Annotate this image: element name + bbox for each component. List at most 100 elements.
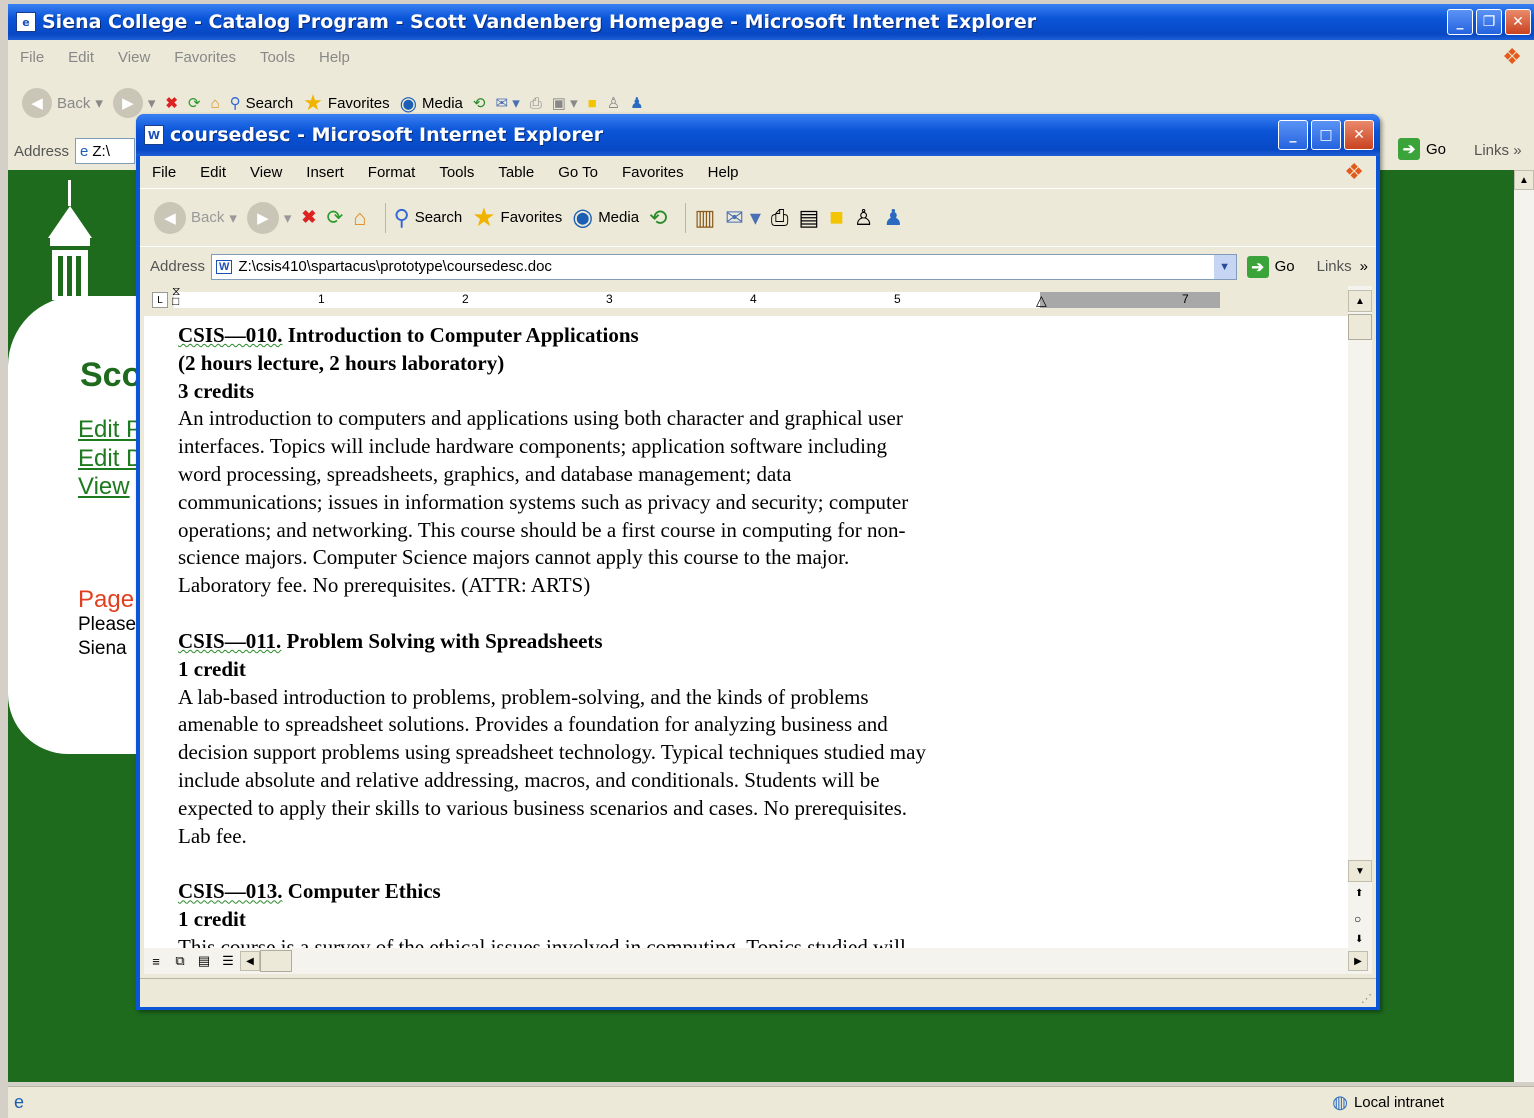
course-title: Introduction to Computer Applications [282, 323, 639, 347]
bg-menu-edit[interactable]: Edit [56, 49, 106, 66]
fg-stop-icon[interactable]: ✖ [301, 207, 316, 228]
fg-minimize-button[interactable]: _ [1278, 120, 1308, 150]
bg-print-icon[interactable]: ⎙ [530, 95, 542, 112]
bg-scrollbar[interactable]: ▲ [1514, 170, 1534, 1082]
bg-mail-icon[interactable]: ✉ ▾ [495, 94, 519, 112]
ruler-tick-4: 4 [750, 292, 757, 306]
fg-research-icon[interactable]: ▥ [694, 205, 715, 231]
fg-close-button[interactable]: ✕ [1344, 120, 1374, 150]
fg-favorites-button[interactable]: ★ Favorites [472, 202, 562, 233]
bg-link-edit-p[interactable]: Edit P [78, 416, 142, 444]
bg-favorites-button[interactable]: ★ Favorites [303, 90, 389, 116]
tab-selector[interactable]: L [152, 292, 168, 308]
fg-media-button[interactable]: ◉ Media [572, 203, 639, 232]
fg-links[interactable]: Links [1317, 258, 1352, 275]
browse-object-icon[interactable]: ○ [1354, 912, 1361, 926]
desc-line: amenable to spreadsheet solutions. Provi… [178, 712, 888, 737]
next-page-icon[interactable]: ⬇ [1355, 934, 1363, 945]
prev-page-icon[interactable]: ⬆ [1355, 888, 1363, 899]
fg-search-button[interactable]: ⚲ Search [394, 205, 463, 231]
fg-mail-icon[interactable]: ✉ ▾ [725, 205, 761, 231]
bg-link-edit-d[interactable]: Edit D [78, 445, 143, 473]
fg-note-icon[interactable]: ■ [829, 204, 844, 232]
ruler-tick-3: 3 [606, 292, 613, 306]
bg-history-icon[interactable]: ⟲ [473, 94, 486, 112]
doc-vscrollbar[interactable]: ▲ ▼ ⬆ ○ ⬇ [1348, 286, 1372, 948]
bg-home-icon[interactable]: ⌂ [211, 95, 220, 112]
document-text[interactable]: CSIS—010. Introduction to Computer Appli… [178, 322, 1278, 948]
fg-history-icon[interactable]: ⟲ [649, 205, 667, 231]
fg-menu-format[interactable]: Format [356, 164, 428, 181]
fg-menu-view[interactable]: View [238, 164, 294, 181]
bg-links[interactable]: Links » [1474, 142, 1522, 159]
bg-titlebar[interactable]: e Siena College - Catalog Program - Scot… [8, 4, 1534, 40]
windows-logo-icon: ❖ [1502, 44, 1522, 69]
fg-menu-edit[interactable]: Edit [188, 164, 238, 181]
bg-go-button[interactable]: ➔ Go [1398, 138, 1446, 160]
minimize-button[interactable]: _ [1447, 9, 1473, 35]
right-indent-icon[interactable]: △ [1036, 292, 1047, 309]
fg-print-icon[interactable]: ⎙ [771, 205, 789, 231]
fg-titlebar[interactable]: W coursedesc - Microsoft Internet Explor… [136, 114, 1380, 156]
doc-hscrollbar[interactable]: ≡ ⧉ ▤ ☰ ◀ ▶ [144, 948, 1372, 974]
bg-edit-icon[interactable]: ▣ ▾ [552, 94, 578, 112]
links-chevron-icon[interactable]: » [1360, 258, 1368, 275]
print-layout-icon[interactable]: ▤ [192, 953, 216, 969]
fg-go-button[interactable]: ➔ Go [1246, 255, 1295, 278]
address-dropdown-icon[interactable]: ▼ [1213, 254, 1236, 279]
bg-refresh-icon[interactable]: ⟳ [188, 94, 201, 112]
fg-menu-insert[interactable]: Insert [294, 164, 356, 181]
document-area[interactable]: CSIS—010. Introduction to Computer Appli… [144, 316, 1348, 948]
ie-icon: e [16, 12, 36, 32]
bg-back-button[interactable]: ◀ Back ▾ [22, 88, 103, 118]
fg-maximize-button[interactable]: □ [1311, 120, 1341, 150]
scroll-up-button[interactable]: ▲ [1348, 290, 1372, 312]
desc-line: include absolute and relative addressing… [178, 767, 880, 792]
bg-menu-favorites[interactable]: Favorites [162, 49, 248, 66]
bg-contacts-icon[interactable]: ♟ [630, 94, 643, 112]
scroll-left-button[interactable]: ◀ [240, 951, 260, 971]
bg-search-button[interactable]: ⚲ Search [230, 94, 294, 113]
fg-refresh-icon[interactable]: ⟳ [327, 205, 344, 230]
fg-back-button[interactable]: ◀ Back ▾ [154, 201, 237, 234]
fg-address-value: Z:\csis410\spartacus\prototype\coursedes… [238, 258, 552, 275]
bg-menu-help[interactable]: Help [307, 49, 362, 66]
ruler[interactable]: L ⧖ □ △ 1 2 3 4 5 7 [150, 285, 1370, 316]
fg-menu-help[interactable]: Help [696, 164, 751, 181]
bg-note-icon[interactable]: ■ [588, 95, 597, 112]
bg-menu-file[interactable]: File [8, 49, 56, 66]
hscroll-thumb[interactable] [260, 950, 292, 972]
bg-menu-view[interactable]: View [106, 49, 162, 66]
course-code: CSIS—013. [178, 879, 283, 904]
bg-menu-tools[interactable]: Tools [248, 49, 307, 66]
web-layout-icon[interactable]: ⧉ [168, 953, 192, 969]
desc-line: interfaces. Topics will include hardware… [178, 434, 888, 459]
bg-messenger-icon[interactable]: ♙ [607, 94, 620, 112]
fg-menu-goto[interactable]: Go To [546, 164, 610, 181]
bg-address-input[interactable]: e Z:\ [75, 138, 136, 164]
close-button[interactable]: ✕ [1505, 9, 1531, 35]
fg-menu-table[interactable]: Table [486, 164, 546, 181]
course-title: Computer Ethics [282, 879, 441, 904]
normal-view-icon[interactable]: ≡ [144, 954, 168, 969]
bg-scroll-up[interactable]: ▲ [1514, 170, 1534, 190]
scroll-thumb[interactable] [1348, 314, 1372, 340]
fg-forward-button[interactable]: ▶ ▾ [246, 201, 291, 234]
fg-home-icon[interactable]: ⌂ [353, 205, 366, 231]
fg-edit-icon[interactable]: ▤ [798, 205, 819, 231]
bg-link-view[interactable]: View [78, 473, 130, 501]
fg-messenger-icon[interactable]: ♙ [854, 205, 874, 231]
outline-view-icon[interactable]: ☰ [216, 953, 240, 969]
scroll-right-button[interactable]: ▶ [1348, 951, 1368, 971]
fg-contacts-icon[interactable]: ♟ [884, 205, 904, 231]
fg-menu-tools[interactable]: Tools [427, 164, 486, 181]
resize-grip-icon[interactable]: ⋰ [1361, 992, 1372, 1005]
fg-menu-favorites[interactable]: Favorites [610, 164, 696, 181]
fg-address-input[interactable]: W Z:\csis410\spartacus\prototype\coursed… [211, 253, 1237, 280]
fg-menu-file[interactable]: File [140, 164, 188, 181]
restore-button[interactable]: ❐ [1476, 9, 1502, 35]
indent-marker-icon[interactable]: ⧖ □ [172, 285, 180, 307]
bg-stop-icon[interactable]: ✖ [165, 94, 178, 112]
bg-media-button[interactable]: ◉ Media [400, 91, 463, 116]
scroll-down-button[interactable]: ▼ [1348, 860, 1372, 882]
